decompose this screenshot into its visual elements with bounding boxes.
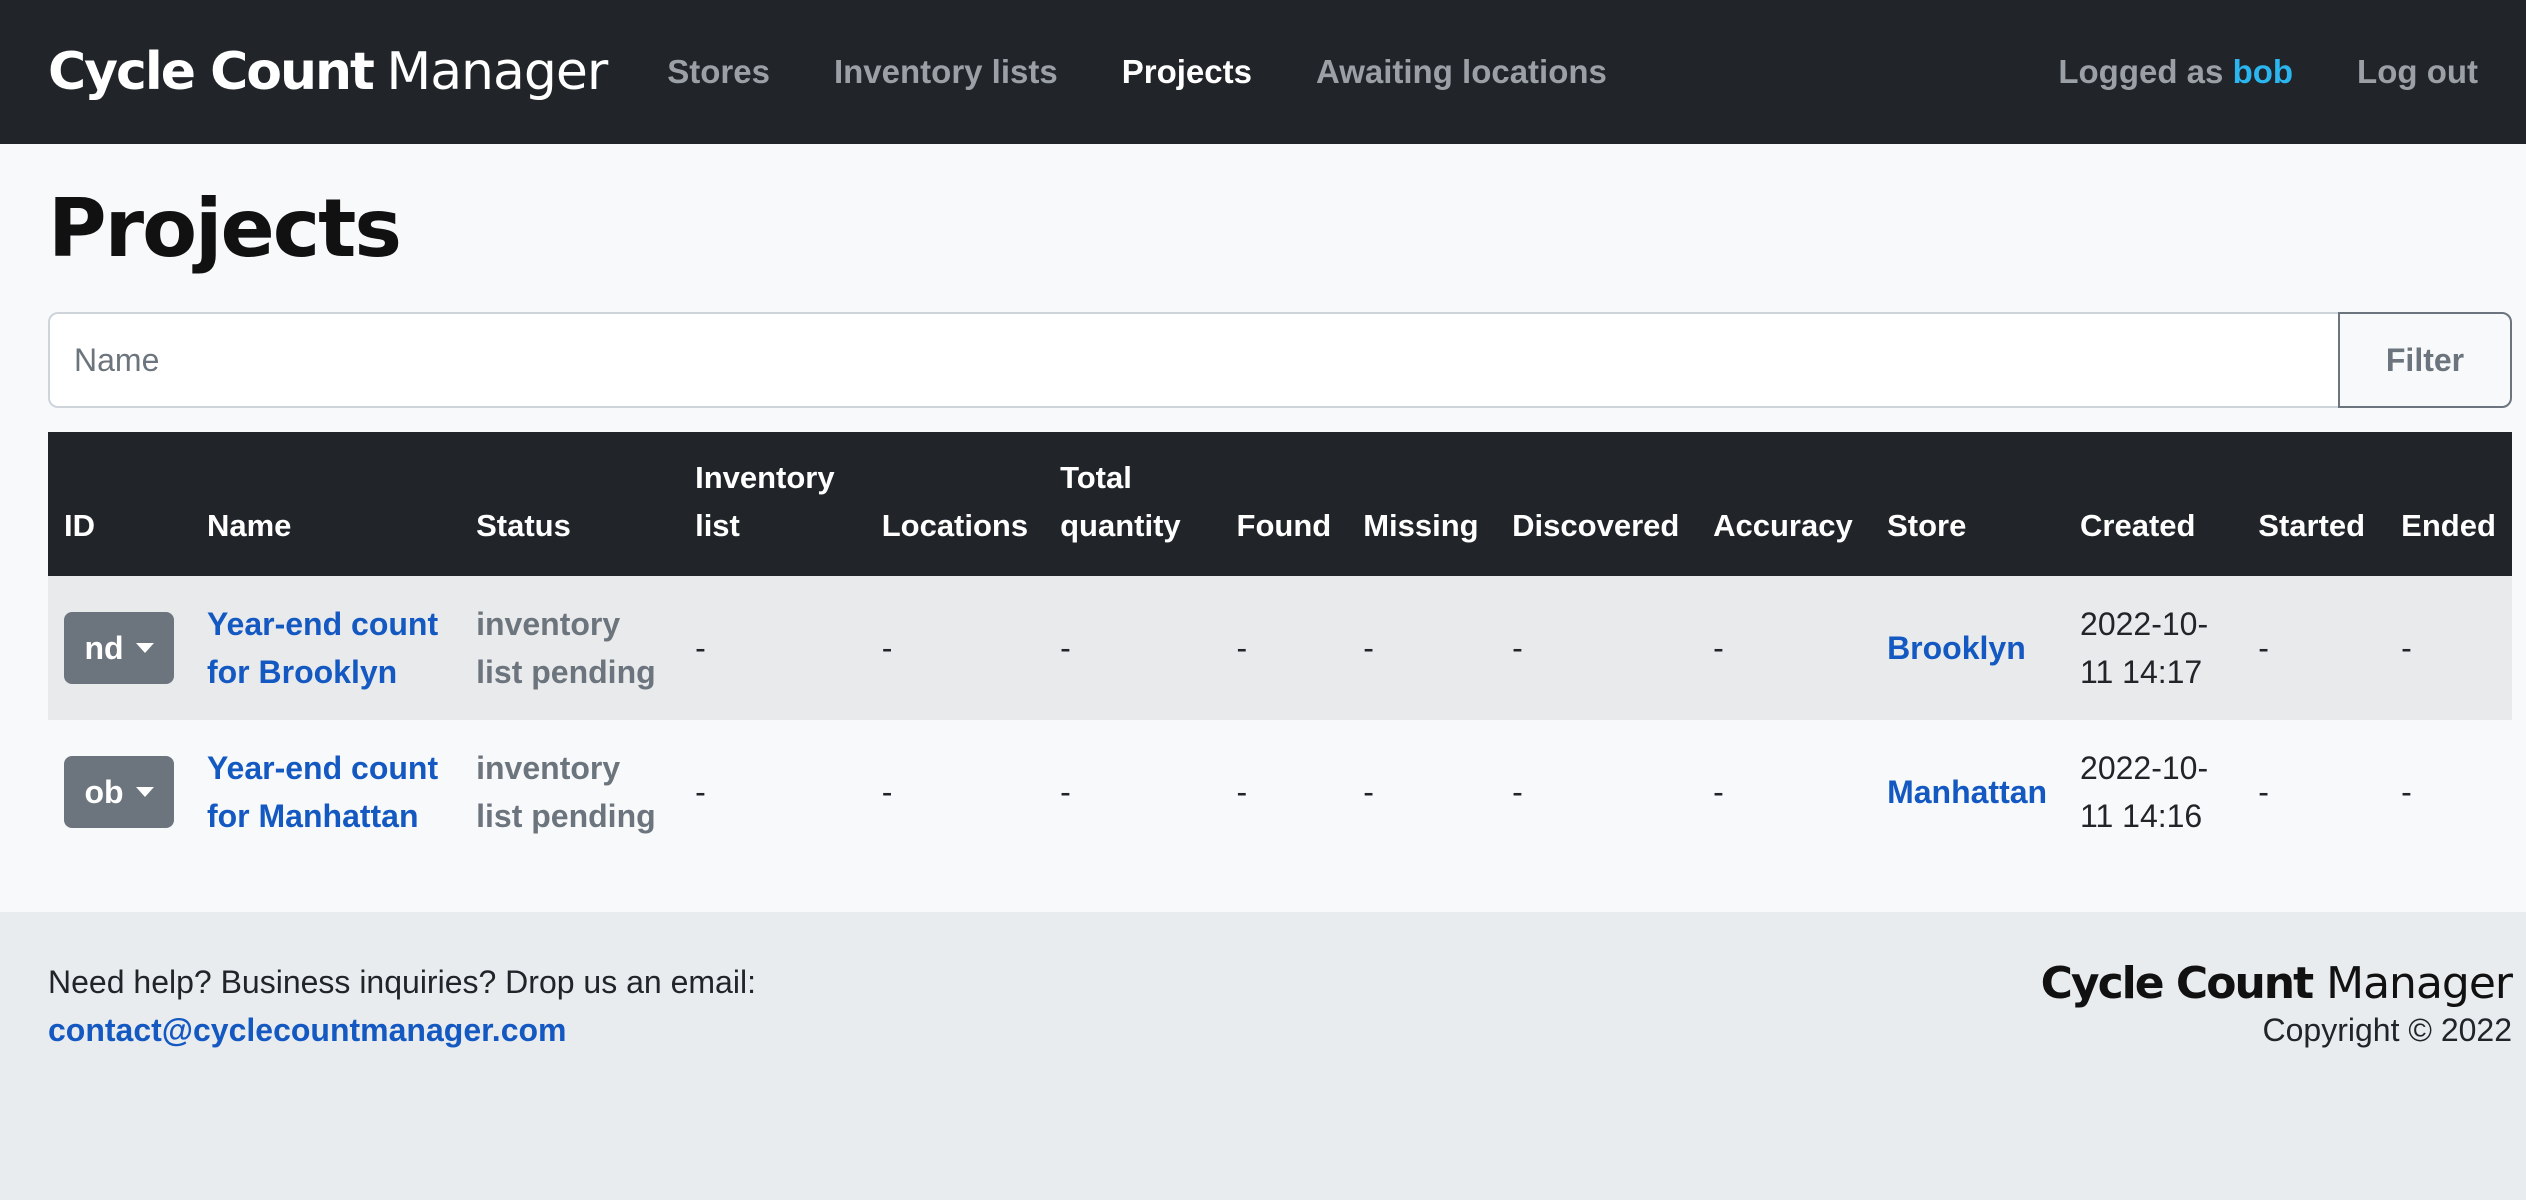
nav-link-stores[interactable]: Stores — [667, 53, 770, 91]
footer-brand-bold: Cycle Count — [2040, 958, 2314, 1009]
navbar: Cycle Count Manager Stores Inventory lis… — [0, 0, 2526, 144]
logged-as-prefix: Logged as — [2058, 53, 2224, 90]
cell-ended: - — [2401, 774, 2412, 810]
col-header-created: Created — [2080, 508, 2196, 543]
col-header-missing: Missing — [1363, 508, 1479, 543]
cell-inventory-list: - — [695, 630, 706, 666]
cell-accuracy: - — [1713, 774, 1724, 810]
page-title: Projects — [48, 182, 402, 275]
cell-status: inventory list pending — [460, 576, 679, 720]
name-filter-input[interactable] — [48, 312, 2338, 408]
col-header-started: Started — [2258, 508, 2366, 543]
caret-down-icon — [135, 787, 154, 797]
col-header-inventory-list: Inventory list — [695, 460, 835, 543]
cell-locations: - — [881, 774, 893, 810]
nav-user-area: Logged as bob Log out — [2058, 53, 2478, 91]
col-header-locations: Locations — [881, 508, 1029, 543]
table-body: nd Year-end count for Brooklyn inventory… — [48, 576, 2512, 864]
projects-table: ID Name Status Inventory list Locations … — [48, 432, 2512, 864]
cell-name: Year-end count for Brooklyn — [191, 576, 460, 720]
footer-brand-light: Manager — [2326, 958, 2513, 1009]
cell-found: - — [1236, 630, 1248, 666]
cell-id: nd — [48, 576, 191, 720]
cell-inventory-list: - — [695, 774, 706, 810]
brand-logo-light: Manager — [386, 42, 608, 102]
cell-discovered: - — [1512, 774, 1523, 810]
footer: Need help? Business inquiries? Drop us a… — [0, 912, 2526, 1200]
cell-ended: - — [2401, 630, 2412, 666]
cell-started: - — [2258, 630, 2269, 666]
logout-link[interactable]: Log out — [2357, 53, 2478, 91]
cell-store: Brooklyn — [1871, 576, 2064, 720]
status-text: inventory list pending — [476, 750, 656, 834]
cell-name: Year-end count for Manhattan — [191, 720, 460, 864]
table-row: nd Year-end count for Brooklyn inventory… — [48, 576, 2512, 720]
brand-logo[interactable]: Cycle Count Manager — [48, 42, 608, 102]
nav-link-projects[interactable]: Projects — [1122, 53, 1252, 91]
footer-brand-logo: Cycle Count Manager — [2040, 958, 2513, 1009]
cell-created: 2022-10-11 14:16 — [2080, 750, 2209, 834]
caret-down-icon — [135, 643, 154, 653]
cell-started: - — [2258, 774, 2269, 810]
cell-status: inventory list pending — [460, 720, 679, 864]
contact-email-link[interactable]: contact@cyclecountmanager.com — [48, 1012, 566, 1049]
col-header-name: Name — [206, 508, 292, 543]
filter-form: Filter — [48, 312, 2512, 408]
table-header-row: ID Name Status Inventory list Locations … — [48, 432, 2512, 576]
nav-link-inventory-lists[interactable]: Inventory lists — [834, 53, 1058, 91]
cell-created: 2022-10-11 14:17 — [2080, 606, 2209, 690]
footer-help-text: Need help? Business inquiries? Drop us a… — [48, 964, 756, 1000]
col-header-ended: Ended — [2401, 508, 2496, 543]
status-text: inventory list pending — [476, 606, 656, 690]
logged-as-text: Logged as bob — [2058, 53, 2293, 91]
cell-locations: - — [881, 630, 893, 666]
col-header-found: Found — [1236, 508, 1332, 543]
copyright-text: Copyright © 2022 — [2262, 1012, 2513, 1048]
table-row: ob Year-end count for Manhattan inventor… — [48, 720, 2512, 864]
cell-id: ob — [48, 720, 191, 864]
store-link[interactable]: Manhattan — [1887, 774, 2047, 810]
cell-discovered: - — [1512, 630, 1523, 666]
cell-store: Manhattan — [1871, 720, 2064, 864]
col-header-discovered: Discovered — [1512, 508, 1680, 543]
cell-total-quantity: - — [1060, 630, 1071, 666]
project-name-link[interactable]: Year-end count for Manhattan — [207, 750, 438, 834]
col-header-accuracy: Accuracy — [1713, 508, 1853, 543]
id-label: ob — [84, 774, 124, 810]
cell-missing: - — [1363, 630, 1374, 666]
nav-link-awaiting-locations[interactable]: Awaiting locations — [1316, 53, 1607, 91]
cell-missing: - — [1363, 774, 1374, 810]
table-header: ID Name Status Inventory list Locations … — [48, 432, 2512, 576]
cell-found: - — [1236, 774, 1248, 810]
project-name-link[interactable]: Year-end count for Brooklyn — [207, 606, 438, 690]
brand-logo-bold: Cycle Count — [48, 42, 375, 102]
id-dropdown-button[interactable]: nd — [64, 612, 174, 684]
cell-total-quantity: - — [1060, 774, 1071, 810]
cell-accuracy: - — [1713, 630, 1724, 666]
col-header-id: ID — [64, 508, 95, 543]
nav-links: Stores Inventory lists Projects Awaiting… — [667, 53, 1671, 91]
col-header-status: Status — [476, 508, 571, 543]
store-link[interactable]: Brooklyn — [1887, 630, 2026, 666]
username[interactable]: bob — [2233, 53, 2293, 90]
filter-button[interactable]: Filter — [2338, 312, 2512, 408]
id-label: nd — [84, 630, 124, 666]
col-header-total-quantity: Total quantity — [1060, 460, 1181, 543]
id-dropdown-button[interactable]: ob — [64, 756, 174, 828]
col-header-store: Store — [1887, 508, 1967, 543]
